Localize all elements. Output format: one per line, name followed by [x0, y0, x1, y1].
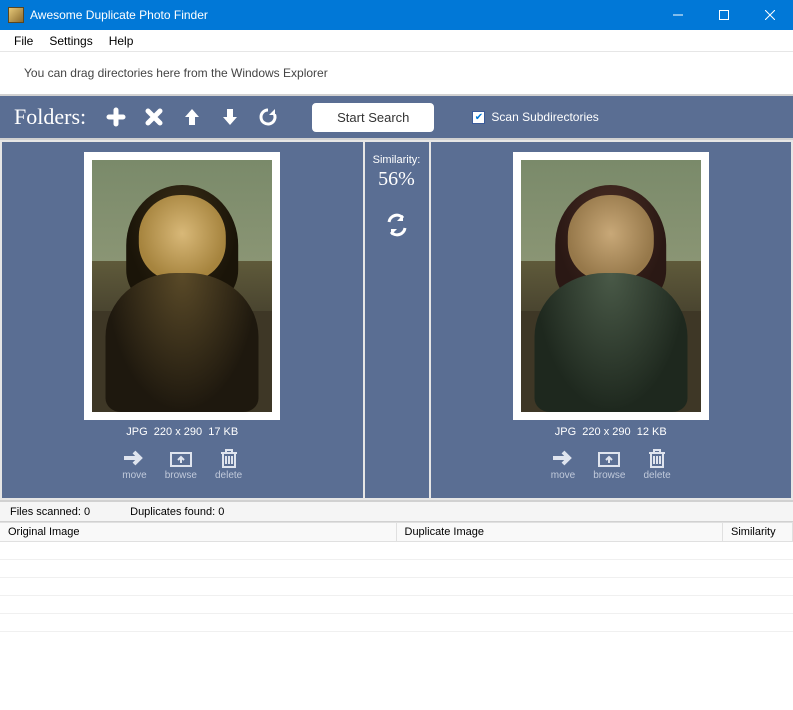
- trash-icon: [645, 446, 669, 470]
- minimize-button[interactable]: [655, 0, 701, 30]
- window-title: Awesome Duplicate Photo Finder: [30, 8, 655, 22]
- comparison-area: JPG 220 x 290 17 KB move browse delete S…: [0, 140, 793, 500]
- duplicate-pane: JPG 220 x 290 12 KB move browse delete: [429, 140, 793, 500]
- arrow-right-icon: [122, 446, 146, 470]
- original-browse-button[interactable]: browse: [165, 446, 197, 481]
- original-image[interactable]: [84, 152, 280, 420]
- duplicate-delete-button[interactable]: delete: [643, 446, 670, 481]
- move-down-button[interactable]: [218, 105, 242, 129]
- menu-bar: File Settings Help: [0, 30, 793, 52]
- duplicate-meta: JPG 220 x 290 12 KB: [555, 426, 667, 438]
- original-pane: JPG 220 x 290 17 KB move browse delete: [0, 140, 365, 500]
- table-row[interactable]: [0, 542, 793, 560]
- table-row[interactable]: [0, 596, 793, 614]
- table-body[interactable]: [0, 542, 793, 632]
- folders-label: Folders:: [14, 104, 86, 130]
- files-scanned: Files scanned: 0: [10, 506, 90, 518]
- similarity-label: Similarity:: [373, 154, 421, 166]
- trash-icon: [217, 446, 241, 470]
- original-move-button[interactable]: move: [122, 446, 146, 481]
- folder-up-icon: [597, 446, 621, 470]
- scan-subdirectories-checkbox[interactable]: ✔ Scan Subdirectories: [472, 110, 598, 124]
- duplicate-browse-button[interactable]: browse: [593, 446, 625, 481]
- maximize-button[interactable]: [701, 0, 747, 30]
- drop-zone-hint: You can drag directories here from the W…: [24, 66, 328, 80]
- original-delete-button[interactable]: delete: [215, 446, 242, 481]
- check-icon: ✔: [472, 111, 485, 124]
- original-meta: JPG 220 x 290 17 KB: [126, 426, 238, 438]
- scan-subdirectories-label: Scan Subdirectories: [491, 110, 598, 124]
- folder-up-icon: [169, 446, 193, 470]
- arrow-right-icon: [551, 446, 575, 470]
- menu-file[interactable]: File: [6, 32, 41, 50]
- results-table: Original Image Duplicate Image Similarit…: [0, 522, 793, 632]
- column-duplicate[interactable]: Duplicate Image: [397, 523, 724, 541]
- menu-settings[interactable]: Settings: [41, 32, 100, 50]
- table-header: Original Image Duplicate Image Similarit…: [0, 522, 793, 542]
- remove-folder-button[interactable]: [142, 105, 166, 129]
- status-bar: Files scanned: 0 Duplicates found: 0: [0, 500, 793, 522]
- title-bar: Awesome Duplicate Photo Finder: [0, 0, 793, 30]
- similarity-value: 56%: [378, 168, 415, 191]
- drop-zone[interactable]: You can drag directories here from the W…: [0, 52, 793, 96]
- app-icon: [8, 7, 24, 23]
- table-row[interactable]: [0, 578, 793, 596]
- similarity-panel: Similarity: 56%: [365, 140, 429, 500]
- menu-help[interactable]: Help: [101, 32, 142, 50]
- reload-button[interactable]: [256, 105, 280, 129]
- close-button[interactable]: [747, 0, 793, 30]
- start-search-button[interactable]: Start Search: [312, 103, 434, 132]
- move-up-button[interactable]: [180, 105, 204, 129]
- swap-button[interactable]: [385, 213, 409, 237]
- duplicate-image[interactable]: [513, 152, 709, 420]
- duplicate-move-button[interactable]: move: [551, 446, 575, 481]
- column-similarity[interactable]: Similarity: [723, 523, 793, 541]
- folders-toolbar: Folders: Start Search ✔ Scan Subdirector…: [0, 96, 793, 140]
- duplicates-found: Duplicates found: 0: [130, 506, 224, 518]
- add-folder-button[interactable]: [104, 105, 128, 129]
- table-row[interactable]: [0, 614, 793, 632]
- column-original[interactable]: Original Image: [0, 523, 397, 541]
- table-row[interactable]: [0, 560, 793, 578]
